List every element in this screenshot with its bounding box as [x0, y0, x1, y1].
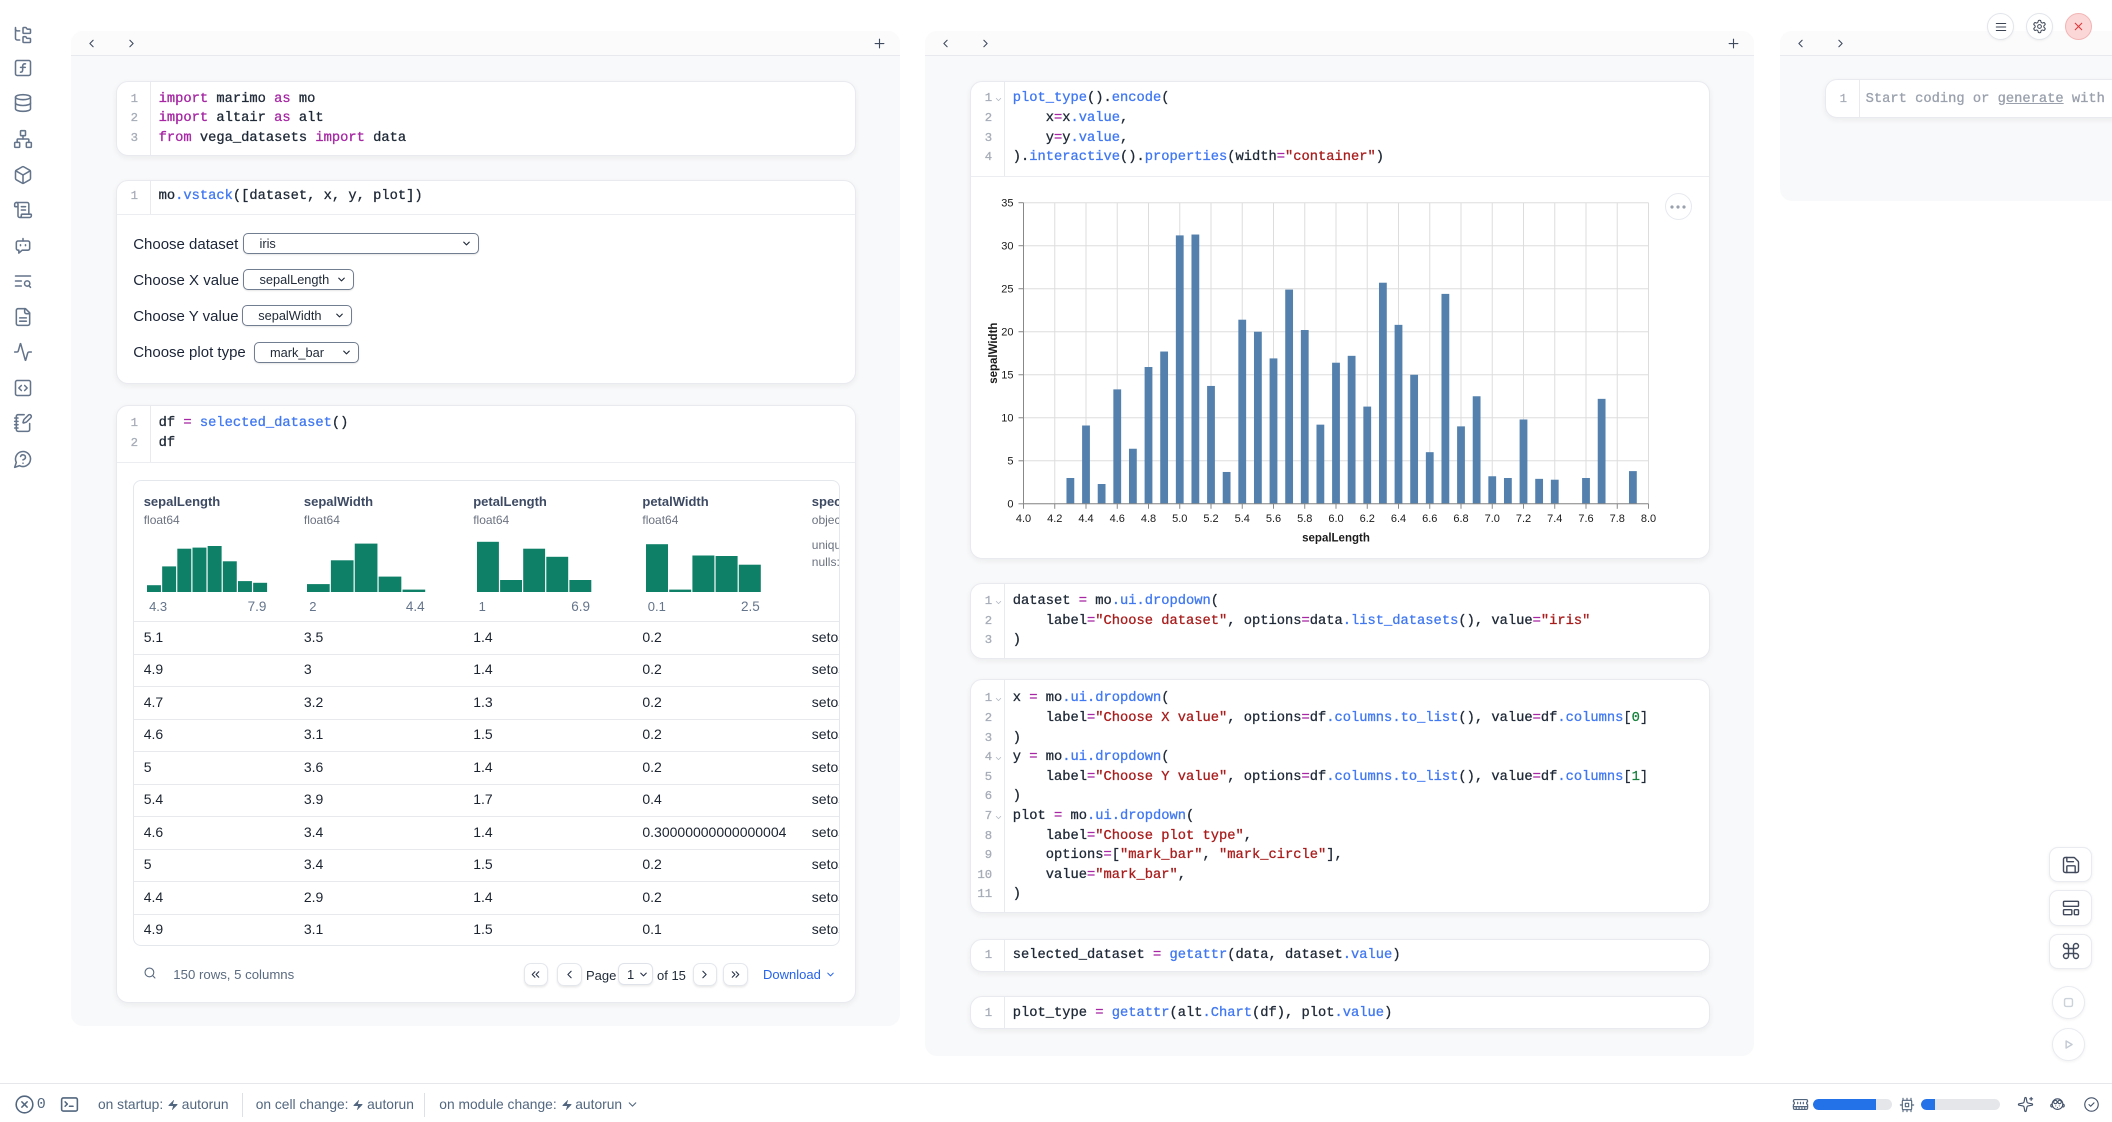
- svg-text:30: 30: [1001, 240, 1013, 252]
- svg-text:7.0: 7.0: [1485, 513, 1500, 525]
- svg-text:5: 5: [1007, 455, 1013, 467]
- svg-text:8.0: 8.0: [1641, 513, 1656, 525]
- svg-text:6.4: 6.4: [1391, 513, 1406, 525]
- svg-text:4.6: 4.6: [1110, 513, 1125, 525]
- svg-text:7.4: 7.4: [1547, 513, 1562, 525]
- svg-text:sepalLength: sepalLength: [1302, 532, 1370, 544]
- svg-text:20: 20: [1001, 326, 1013, 338]
- svg-text:6.8: 6.8: [1453, 513, 1468, 525]
- svg-text:7.8: 7.8: [1610, 513, 1625, 525]
- svg-text:25: 25: [1001, 283, 1013, 295]
- svg-text:5.0: 5.0: [1172, 513, 1187, 525]
- svg-text:35: 35: [1001, 197, 1013, 209]
- svg-text:6.6: 6.6: [1422, 513, 1437, 525]
- svg-text:sepalWidth: sepalWidth: [988, 322, 1000, 383]
- svg-text:4.4: 4.4: [1078, 513, 1093, 525]
- svg-text:5.6: 5.6: [1266, 513, 1281, 525]
- svg-text:4.2: 4.2: [1047, 513, 1062, 525]
- svg-text:7.6: 7.6: [1578, 513, 1593, 525]
- svg-text:5.8: 5.8: [1297, 513, 1312, 525]
- svg-text:10: 10: [1001, 412, 1013, 424]
- svg-text:5.4: 5.4: [1235, 513, 1250, 525]
- svg-text:7.2: 7.2: [1516, 513, 1531, 525]
- svg-text:6.0: 6.0: [1328, 513, 1343, 525]
- svg-text:15: 15: [1001, 369, 1013, 381]
- svg-text:4.0: 4.0: [1016, 513, 1031, 525]
- svg-text:4.8: 4.8: [1141, 513, 1156, 525]
- svg-text:0: 0: [1007, 498, 1013, 510]
- svg-text:6.2: 6.2: [1360, 513, 1375, 525]
- svg-text:5.2: 5.2: [1203, 513, 1218, 525]
